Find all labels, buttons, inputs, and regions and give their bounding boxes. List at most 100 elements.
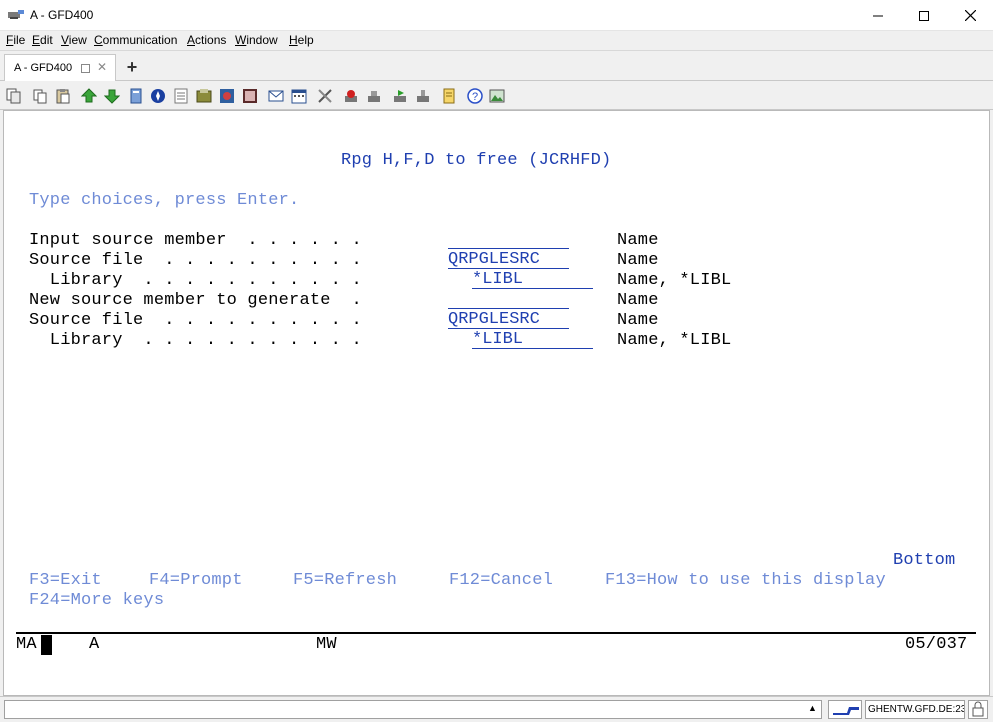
label-target-library: Library . . . . . . . . . . .: [29, 331, 362, 350]
copy-icon[interactable]: [6, 88, 22, 104]
hint-input-source-member: Name: [617, 231, 659, 250]
fkey-f24[interactable]: F24=More keys: [29, 591, 164, 611]
record-icon[interactable]: [242, 88, 258, 104]
menu-window[interactable]: Window: [235, 33, 278, 47]
more-indicator: Bottom: [893, 551, 956, 570]
status-up-arrow-icon[interactable]: ▲: [808, 703, 817, 713]
help-icon[interactable]: ?: [467, 88, 483, 104]
menu-file-label: ile: [13, 33, 26, 47]
maximize-icon: [919, 10, 929, 21]
menu-edit[interactable]: Edit: [32, 33, 53, 47]
close-button[interactable]: [947, 0, 993, 31]
toolbar: ?: [0, 81, 993, 110]
disk-icon[interactable]: [366, 88, 382, 104]
menu-bar: File Edit View Communication Actions Win…: [0, 31, 993, 51]
label-new-source-member: New source member to generate .: [29, 291, 362, 310]
hint-library: Name, *LIBL: [617, 271, 732, 290]
tab-close-icon[interactable]: ✕: [97, 60, 107, 74]
menu-help-label: elp: [297, 33, 314, 47]
connection-status-icon: [828, 700, 862, 719]
close-icon: [964, 10, 976, 21]
cursor-position: 05/037: [905, 635, 968, 654]
minimize-button[interactable]: [855, 0, 901, 31]
menu-file[interactable]: File: [6, 33, 25, 47]
label-source-file: Source file . . . . . . . . . .: [29, 251, 362, 270]
menu-edit-accel: E: [32, 33, 41, 47]
label-target-source-file: Source file . . . . . . . . . .: [29, 311, 362, 330]
input-source-member-field[interactable]: [448, 231, 569, 249]
instruction-text: Type choices, press Enter.: [29, 191, 300, 210]
fkey-f3[interactable]: F3=Exit: [29, 571, 102, 591]
label-library: Library . . . . . . . . . . .: [29, 271, 362, 290]
fkey-f13[interactable]: F13=How to use this display: [605, 571, 886, 591]
notes-icon[interactable]: [173, 88, 189, 104]
target-source-file-field[interactable]: QRPGLESRC: [448, 311, 569, 329]
new-source-member-field[interactable]: [448, 291, 569, 309]
oia-separator: [16, 632, 976, 634]
mail-icon[interactable]: [268, 88, 284, 104]
menu-window-label: indow: [246, 33, 278, 47]
send-icon[interactable]: [81, 88, 97, 104]
tab-strip: A - GFD400 ✕ +: [0, 51, 993, 81]
menu-communication-accel: C: [94, 33, 103, 47]
plus-icon: +: [126, 57, 138, 77]
source-file-field[interactable]: QRPGLESRC: [448, 251, 569, 269]
hint-source-file: Name: [617, 251, 659, 270]
add-tab-button[interactable]: +: [120, 55, 144, 79]
text-cursor: [41, 635, 52, 655]
oia-mode: MW: [316, 635, 337, 654]
oia-indicator: MA: [16, 635, 37, 654]
menu-help[interactable]: Help: [289, 33, 314, 47]
svg-text:?: ?: [472, 91, 478, 103]
settings-icon[interactable]: [219, 88, 235, 104]
target-library-field[interactable]: *LIBL: [472, 331, 593, 349]
fkey-f4[interactable]: F4=Prompt: [149, 571, 243, 591]
receive-icon[interactable]: [104, 88, 120, 104]
fkey-f5[interactable]: F5=Refresh: [293, 571, 397, 591]
library-field[interactable]: *LIBL: [472, 271, 593, 289]
menu-actions[interactable]: Actions: [187, 33, 226, 47]
lock-icon: [968, 700, 988, 719]
tools-icon[interactable]: [317, 88, 333, 104]
compass-icon[interactable]: [150, 88, 166, 104]
disk2-icon[interactable]: [415, 88, 431, 104]
tab-detach-icon[interactable]: [81, 64, 90, 73]
stop-icon[interactable]: [343, 88, 359, 104]
notepad-icon[interactable]: [441, 88, 457, 104]
tab-session-a[interactable]: A - GFD400 ✕: [4, 54, 116, 81]
window-title: A - GFD400: [30, 8, 94, 22]
menu-edit-label: dit: [40, 33, 53, 47]
hint-new-source-member: Name: [617, 291, 659, 310]
image-icon[interactable]: [489, 88, 505, 104]
minimize-icon: [873, 15, 883, 16]
cut-icon[interactable]: [32, 88, 48, 104]
menu-communication[interactable]: Communication: [94, 33, 177, 47]
menu-communication-label: ommunication: [102, 33, 178, 47]
hint-target-source-file: Name: [617, 311, 659, 330]
menu-actions-accel: A: [187, 33, 196, 47]
menu-view-label: iew: [68, 33, 87, 47]
app-icon: [8, 10, 24, 19]
connection-bolt-icon: [833, 707, 859, 715]
tab-label: A - GFD400: [14, 62, 73, 74]
menu-view-accel: V: [61, 33, 69, 47]
menu-actions-label: ctions: [195, 33, 227, 47]
macro-icon[interactable]: [128, 88, 144, 104]
menu-window-accel: W: [235, 33, 247, 47]
paste-icon[interactable]: [55, 88, 71, 104]
status-bar: ▲ GHENTW.GFD.DE:23: [0, 696, 993, 722]
archive-icon[interactable]: [196, 88, 212, 104]
terminal-screen[interactable]: Rpg H,F,D to free (JCRHFD) Type choices,…: [3, 110, 990, 696]
menu-help-accel: H: [289, 33, 298, 47]
status-message-field: [4, 700, 822, 719]
maximize-button[interactable]: [901, 0, 947, 31]
menu-view[interactable]: View: [61, 33, 87, 47]
oia-session: A: [89, 635, 100, 654]
label-input-source-member: Input source member . . . . . .: [29, 231, 362, 250]
play-icon[interactable]: [392, 88, 408, 104]
host-address: GHENTW.GFD.DE:23: [865, 700, 965, 719]
hint-target-library: Name, *LIBL: [617, 331, 732, 350]
fkey-f12[interactable]: F12=Cancel: [449, 571, 553, 591]
calendar-icon[interactable]: [291, 88, 307, 104]
screen-title: Rpg H,F,D to free (JCRHFD): [341, 151, 612, 170]
